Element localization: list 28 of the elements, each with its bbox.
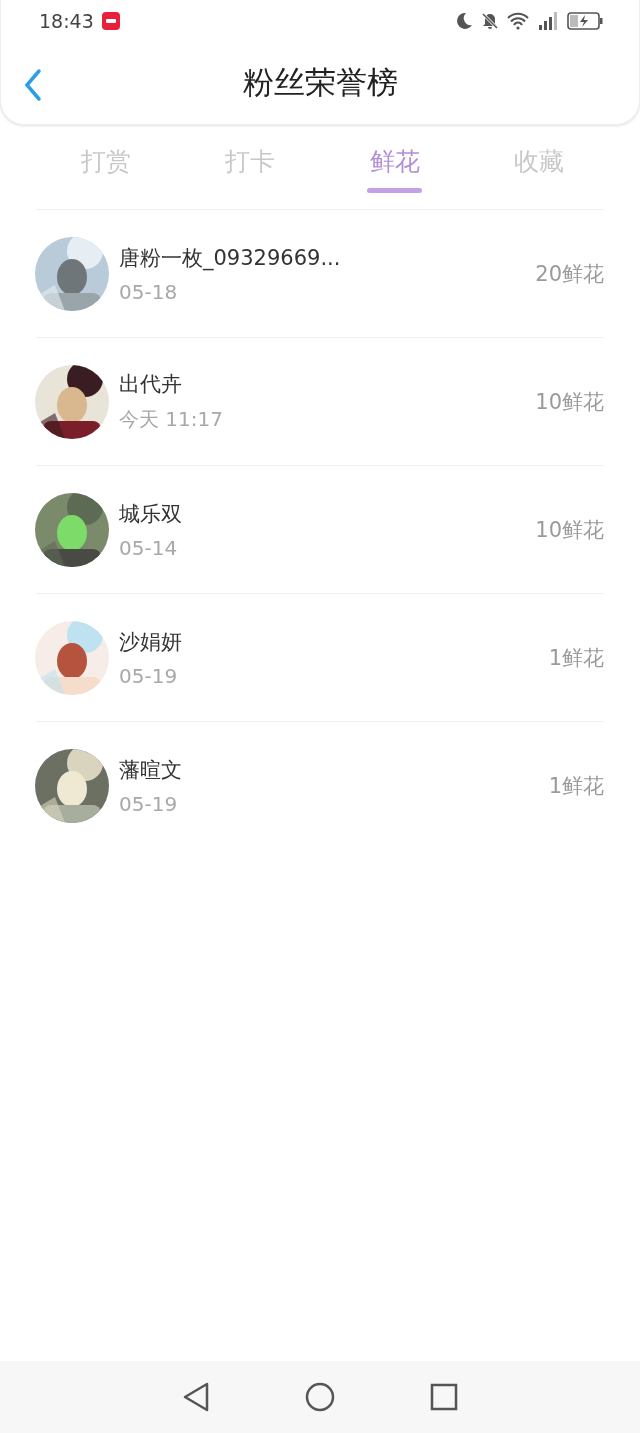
page-title: 粉丝荣誉榜 xyxy=(242,63,398,102)
fan-name: 沙娟妍 xyxy=(119,628,183,656)
battery-charging-icon xyxy=(567,12,603,30)
flower-count: 10鲜花 xyxy=(535,516,604,544)
fan-date: 05-14 xyxy=(119,535,179,560)
wifi-icon xyxy=(507,12,529,30)
flower-count: 10鲜花 xyxy=(535,388,604,416)
moon-icon xyxy=(455,12,473,30)
fan-name: 城乐双 xyxy=(119,500,183,528)
fan-name: 唐粉一枚_09329669... xyxy=(119,244,342,272)
back-icon xyxy=(23,68,43,102)
back-nav-button[interactable] xyxy=(182,1382,210,1412)
app-notification-icon xyxy=(101,12,120,30)
fan-date: 05-18 xyxy=(119,279,179,304)
signal-icon xyxy=(537,11,559,31)
fan-name: 出代卉 xyxy=(119,371,183,398)
fan-date: 05-19 xyxy=(119,663,179,688)
recents-nav-button[interactable] xyxy=(430,1383,458,1411)
fan-date: 05-19 xyxy=(119,791,179,816)
muted-bell-icon xyxy=(481,12,499,30)
fan-name: 藩暄文 xyxy=(119,756,183,784)
home-nav-button[interactable] xyxy=(305,1382,335,1412)
flower-count: 1鲜花 xyxy=(548,772,604,800)
status-time: 18:43 xyxy=(39,10,94,32)
flower-count: 1鲜花 xyxy=(548,644,604,672)
flower-count: 20鲜花 xyxy=(535,260,604,288)
fan-date: 今天 11:17 xyxy=(119,406,224,433)
tab[interactable]: 鲜花 xyxy=(358,125,431,209)
